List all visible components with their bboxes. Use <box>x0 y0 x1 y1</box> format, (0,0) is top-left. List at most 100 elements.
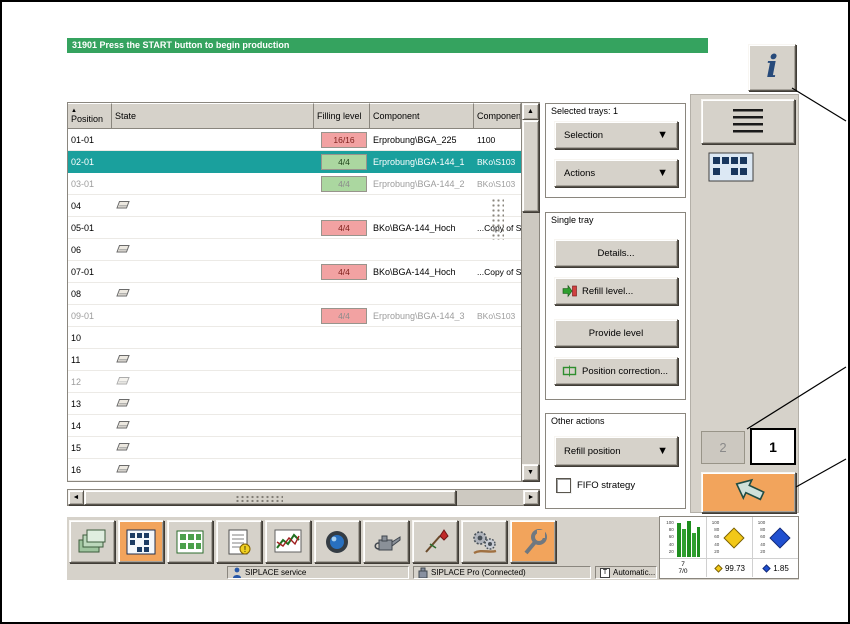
group-title: Single tray <box>551 215 594 225</box>
empty-tray-icon <box>116 421 130 429</box>
cell-filling-level: 4/4 <box>314 219 370 236</box>
cell-filling-level: 4/4 <box>314 263 370 280</box>
cell-component: Erprobung\BGA-144_3 <box>373 310 465 321</box>
cell-component: Erprobung\BGA-144_1 <box>373 156 465 167</box>
empty-tray-icon <box>116 377 130 385</box>
button-label: Details... <box>597 247 635 259</box>
horizontal-scrollbar[interactable]: ◄ ► <box>67 489 540 506</box>
vision-button[interactable] <box>314 520 360 563</box>
cell-component2: BKo\S103 <box>477 178 516 189</box>
provide-level-button[interactable]: Provide level <box>554 319 678 347</box>
cell-state <box>112 354 314 365</box>
cell-position: 01-01 <box>71 134 95 145</box>
grip-handle[interactable] <box>491 198 504 240</box>
table-row[interactable]: 13 <box>68 393 521 415</box>
page-2-button[interactable]: 2 <box>701 431 745 464</box>
cell-position: 05-01 <box>71 222 95 233</box>
refill-level-button[interactable]: Refill level... <box>554 277 678 305</box>
fifo-strategy-row: FIFO strategy <box>556 478 635 493</box>
table-row[interactable]: 09-01 4/4 Erprobung\BGA-144_3 BKo\S103 <box>68 305 521 327</box>
tray-management-button[interactable] <box>118 520 164 563</box>
column-label: Component <box>477 111 521 121</box>
cell-position: 03-01 <box>71 178 95 189</box>
tray-view-icon[interactable] <box>708 152 754 182</box>
list-view-button[interactable] <box>701 99 795 144</box>
button-label: Provide level <box>588 327 644 339</box>
report-button[interactable]: ! <box>216 520 262 563</box>
gauge-scale: 100 80 60 40 20 <box>666 519 674 554</box>
single-tray-group: Single tray Details... Refill level... P… <box>545 212 686 400</box>
vertical-scroll-thumb[interactable] <box>522 120 539 212</box>
table-row[interactable]: 11 <box>68 349 521 371</box>
table-row[interactable]: 06 <box>68 239 521 261</box>
position-correction-button[interactable]: Position correction... <box>554 357 678 385</box>
empty-tray-icon <box>116 245 130 253</box>
matrix-view-button[interactable] <box>167 520 213 563</box>
group-title: Selected trays: 1 <box>551 106 619 116</box>
fifo-strategy-checkbox[interactable] <box>556 478 571 493</box>
table-row[interactable]: 04 <box>68 195 521 217</box>
fifo-strategy-label: FIFO strategy <box>577 480 636 491</box>
table-row[interactable]: 14 <box>68 415 521 437</box>
setup-button[interactable] <box>510 520 556 563</box>
message-bar: 31901 Press the START button to begin pr… <box>67 38 708 53</box>
refill-position-dropdown-button[interactable]: Refill position ▼ <box>554 436 678 466</box>
cell-position: 16 <box>71 464 82 475</box>
table-row[interactable]: 02-01 4/4 Erprobung\BGA-144_1 BKo\S103 <box>68 151 521 173</box>
gauge-scale: 100 80 60 40 20 <box>711 519 720 554</box>
filling-level-badge: 16/16 <box>321 131 367 148</box>
column-header-component[interactable]: Component <box>370 103 474 129</box>
filling-level-badge: 4/4 <box>321 263 367 280</box>
column-header-state[interactable]: State <box>112 103 314 129</box>
table-row[interactable]: 08 <box>68 283 521 305</box>
table-row[interactable]: 16 <box>68 459 521 481</box>
statistics-button[interactable] <box>265 520 311 563</box>
column-header-component2[interactable]: Component <box>474 103 521 129</box>
actions-dropdown-button[interactable]: Actions ▼ <box>554 159 678 187</box>
gauge-row: 100 80 60 40 20 100 80 60 40 20 100 80 60 40 20 <box>660 517 798 558</box>
boards-count-value: 7 7/0 <box>660 559 706 577</box>
group-title: Other actions <box>551 416 605 426</box>
cell-position: 07-01 <box>71 266 95 277</box>
selection-dropdown-button[interactable]: Selection ▼ <box>554 121 678 149</box>
cell-state <box>112 420 314 431</box>
cell-position: 04 <box>71 200 82 211</box>
table-row[interactable]: 10 <box>68 327 521 349</box>
yellow-diamond-small-icon <box>714 563 723 573</box>
cell-component: BKo\BGA-144_Hoch <box>373 222 456 233</box>
table-row[interactable]: 07-01 4/4 BKo\BGA-144_Hoch ...Copy of S1 <box>68 261 521 283</box>
svg-text:!: ! <box>244 545 246 554</box>
filling-level-badge: 4/4 <box>321 219 367 236</box>
column-header-position[interactable]: ▲ Position <box>68 103 112 129</box>
cell-state <box>112 376 314 387</box>
button-label: Actions <box>564 167 596 179</box>
gauge-nozzles: 100 80 60 40 20 <box>752 517 798 558</box>
repair-button[interactable] <box>412 520 458 563</box>
table-row[interactable]: 03-01 4/4 Erprobung\BGA-144_2 BKo\S103 <box>68 173 521 195</box>
table-row[interactable]: 05-014/4BKo\BGA-144_Hoch...Copy of S1 <box>68 217 521 239</box>
table-row[interactable]: 12 <box>68 371 521 393</box>
vertical-scrollbar[interactable]: ▲ ▼ <box>521 103 539 481</box>
blue-diamond-icon <box>769 526 791 549</box>
back-button[interactable] <box>701 472 796 513</box>
horizontal-scroll-thumb[interactable] <box>84 490 456 505</box>
column-header-filling-level[interactable]: Filling level <box>314 103 370 129</box>
scroll-up-button[interactable]: ▲ <box>522 103 539 120</box>
service-button[interactable] <box>461 520 507 563</box>
button-label: Refill level... <box>582 285 634 297</box>
cell-position: 10 <box>71 332 82 343</box>
gauge-boards: 100 80 60 40 20 <box>660 517 706 558</box>
scroll-right-button[interactable]: ► <box>523 490 539 505</box>
cell-component2: 1100 <box>477 134 496 145</box>
scroll-left-button[interactable]: ◄ <box>68 490 84 505</box>
scroll-down-button[interactable]: ▼ <box>522 464 539 481</box>
maintenance-button[interactable] <box>363 520 409 563</box>
cell-component: BKo\BGA-144_Hoch <box>373 266 456 277</box>
table-row[interactable]: 15 <box>68 437 521 459</box>
table-row[interactable]: 01-01 16/16 Erprobung\BGA_225 1100 <box>68 129 521 151</box>
page-1-button[interactable]: 1 <box>750 428 796 465</box>
wrench-icon <box>524 528 547 554</box>
station-overview-button[interactable] <box>69 520 115 563</box>
details-button[interactable]: Details... <box>554 239 678 267</box>
info-button[interactable]: i <box>748 44 796 91</box>
